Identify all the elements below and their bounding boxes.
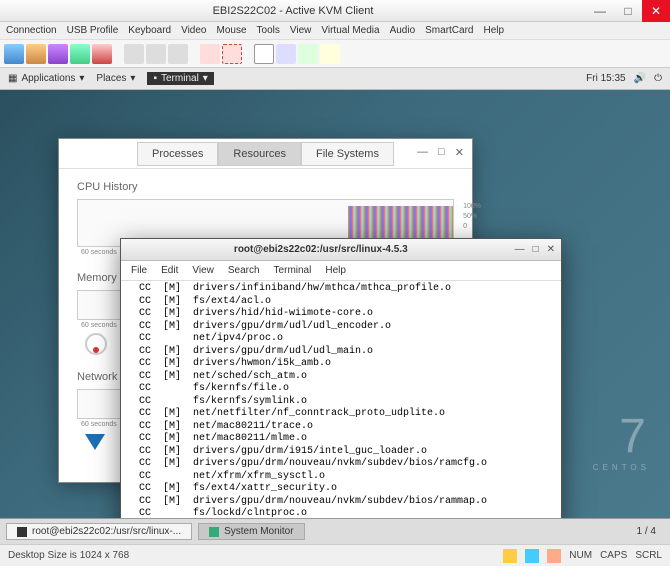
remote-desktop[interactable]: ▦ Applications ▾ Places ▾ ▪Terminal ▾ Fr… [0, 68, 670, 544]
window-maximize-icon[interactable]: □ [438, 146, 445, 159]
status-icon [503, 549, 517, 563]
terminal-title: root@ebi2s22c02:/usr/src/linux-4.5.3 [127, 244, 515, 255]
window-minimize-icon[interactable]: — [417, 146, 428, 159]
menu-help[interactable]: Help [484, 25, 505, 36]
toolbar-icon[interactable] [124, 44, 144, 64]
toolbar-icon[interactable] [200, 44, 220, 64]
terminal-menubar: File Edit View Search Terminal Help [121, 261, 561, 281]
toolbar-icon[interactable] [276, 44, 296, 64]
toolbar-icon[interactable] [298, 44, 318, 64]
status-icon [547, 549, 561, 563]
cursor-icon[interactable] [254, 44, 274, 64]
applications-menu[interactable]: ▦ Applications ▾ [8, 73, 84, 84]
power-icon[interactable]: ⏻ [654, 73, 662, 84]
toolbar-icon[interactable] [222, 44, 242, 64]
term-menu-file[interactable]: File [131, 265, 147, 276]
menu-tools[interactable]: Tools [257, 25, 280, 36]
terminal-launcher[interactable]: ▪Terminal ▾ [147, 72, 213, 85]
kvm-statusbar: Desktop Size is 1024 x 768 NUM CAPS SCRL [0, 544, 670, 566]
toolbar-icon[interactable] [146, 44, 166, 64]
maximize-button[interactable]: □ [614, 0, 642, 22]
kvm-toolbar [0, 40, 670, 68]
menu-mouse[interactable]: Mouse [217, 25, 247, 36]
window-maximize-icon[interactable]: □ [533, 244, 539, 255]
menu-connection[interactable]: Connection [6, 25, 57, 36]
terminal-window[interactable]: root@ebi2s22c02:/usr/src/linux-4.5.3 — □… [120, 238, 562, 538]
term-menu-search[interactable]: Search [228, 265, 260, 276]
toolbar-icon[interactable] [70, 44, 90, 64]
num-lock-label: NUM [569, 550, 592, 561]
centos-logo: 7 [619, 409, 652, 464]
desktop-size-label: Desktop Size is 1024 x 768 [8, 550, 129, 561]
menu-keyboard[interactable]: Keyboard [128, 25, 171, 36]
term-menu-help[interactable]: Help [325, 265, 346, 276]
term-menu-edit[interactable]: Edit [161, 265, 178, 276]
kvm-title: EBI2S22C02 - Active KVM Client [0, 5, 586, 17]
tab-file-systems[interactable]: File Systems [301, 142, 394, 166]
memory-gauge-icon [85, 333, 107, 355]
menu-audio[interactable]: Audio [390, 25, 416, 36]
menu-video[interactable]: Video [181, 25, 206, 36]
kvm-titlebar: EBI2S22C02 - Active KVM Client — □ ✕ [0, 0, 670, 22]
taskbar-item-sysmon[interactable]: System Monitor [198, 523, 304, 540]
toolbar-icon[interactable] [48, 44, 68, 64]
menu-smartcard[interactable]: SmartCard [425, 25, 473, 36]
minimize-button[interactable]: — [586, 0, 614, 22]
terminal-output[interactable]: CC [M] drivers/infiniband/hw/mthca/mthca… [121, 281, 561, 537]
toolbar-icon[interactable] [320, 44, 340, 64]
close-button[interactable]: ✕ [642, 0, 670, 22]
caps-lock-label: CAPS [600, 550, 627, 561]
cpu-history-label: CPU History [77, 181, 454, 193]
toolbar-icon[interactable] [92, 44, 112, 64]
workspace-indicator[interactable]: 1 / 4 [629, 526, 664, 537]
kvm-menubar: Connection USB Profile Keyboard Video Mo… [0, 22, 670, 40]
window-minimize-icon[interactable]: — [515, 244, 525, 255]
menu-virtual-media[interactable]: Virtual Media [321, 25, 379, 36]
term-menu-view[interactable]: View [192, 265, 214, 276]
toolbar-icon[interactable] [26, 44, 46, 64]
gnome-taskbar: root@ebi2s22c02:/usr/src/linux-... Syste… [0, 518, 670, 544]
menu-usb-profile[interactable]: USB Profile [67, 25, 119, 36]
taskbar-item-terminal[interactable]: root@ebi2s22c02:/usr/src/linux-... [6, 523, 192, 540]
tab-resources[interactable]: Resources [218, 142, 301, 166]
download-arrow-icon [85, 434, 105, 450]
clock[interactable]: Fri 15:35 [586, 73, 625, 84]
tab-processes[interactable]: Processes [137, 142, 218, 166]
window-close-icon[interactable]: ✕ [547, 244, 555, 255]
window-close-icon[interactable]: ✕ [455, 146, 464, 159]
gnome-top-panel: ▦ Applications ▾ Places ▾ ▪Terminal ▾ Fr… [0, 68, 670, 90]
toolbar-icon[interactable] [168, 44, 188, 64]
places-menu[interactable]: Places ▾ [96, 73, 135, 84]
status-icon [525, 549, 539, 563]
volume-icon[interactable]: 🔊 [634, 73, 646, 84]
toolbar-icon[interactable] [4, 44, 24, 64]
scroll-lock-label: SCRL [635, 550, 662, 561]
centos-text: CENTOS [593, 463, 650, 472]
term-menu-terminal[interactable]: Terminal [274, 265, 312, 276]
menu-view[interactable]: View [290, 25, 312, 36]
